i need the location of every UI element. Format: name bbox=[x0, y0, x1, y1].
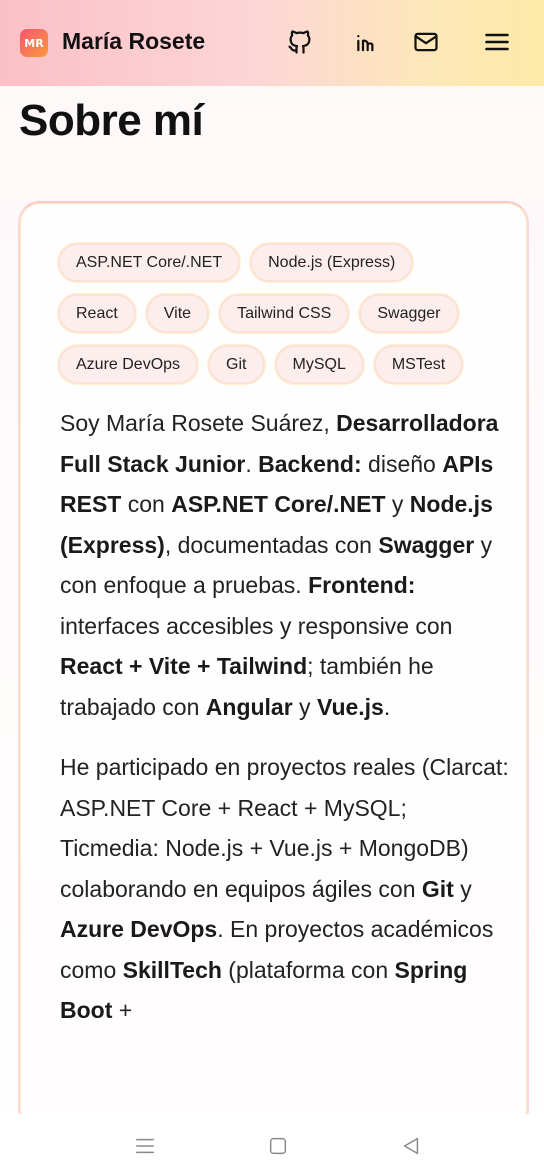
bio-segment: y bbox=[453, 875, 472, 902]
bio-segment: con bbox=[121, 491, 172, 517]
home-icon[interactable] bbox=[266, 1134, 290, 1158]
bio-highlight: ASP.NET Core/.NET bbox=[171, 491, 386, 517]
tech-chips: ASP.NET Core/.NET Node.js (Express) Reac… bbox=[58, 243, 498, 396]
chip-row: ASP.NET Core/.NET Node.js (Express) bbox=[58, 243, 498, 282]
tech-chip: MSTest bbox=[373, 345, 464, 384]
bio-segment: Soy María Rosete Suárez, bbox=[60, 410, 337, 436]
bio-highlight: Angular bbox=[205, 693, 293, 720]
bio-paragraph-2: He participado en proyectos reales (Clar… bbox=[60, 747, 510, 1031]
github-icon[interactable] bbox=[284, 26, 316, 58]
tech-chip: Git bbox=[208, 345, 265, 384]
linkedin-icon[interactable] bbox=[347, 26, 379, 58]
brand-name[interactable]: María Rosete bbox=[62, 28, 205, 55]
bio-highlight: Backend: bbox=[258, 450, 362, 477]
tech-chip: ASP.NET Core/.NET bbox=[58, 243, 241, 282]
bio-highlight: Vue.js bbox=[316, 693, 384, 720]
tech-chip: Swagger bbox=[359, 294, 459, 333]
bio-segment: . bbox=[383, 693, 391, 720]
bio-text: Soy María Rosete Suárez, Desarrolladora … bbox=[60, 403, 510, 1051]
tech-chip: React bbox=[58, 294, 136, 333]
tech-chip: Azure DevOps bbox=[58, 345, 199, 384]
bio-paragraph-1: Soy María Rosete Suárez, Desarrolladora … bbox=[60, 403, 510, 727]
tech-chip: Vite bbox=[145, 294, 210, 333]
tech-chip: Tailwind CSS bbox=[219, 294, 350, 333]
bio-segment: + bbox=[112, 997, 133, 1023]
menu-icon[interactable] bbox=[481, 26, 513, 58]
bio-segment: diseño bbox=[361, 450, 443, 477]
bio-highlight: Git bbox=[421, 875, 454, 902]
bio-segment: , documentadas con bbox=[164, 531, 379, 558]
chip-row: React Vite Tailwind CSS Swagger bbox=[58, 294, 498, 333]
bio-highlight: React + Vite + Tailwind bbox=[60, 653, 308, 679]
bio-segment: (plataforma con bbox=[221, 956, 395, 983]
tech-chip: Node.js (Express) bbox=[250, 243, 414, 282]
top-header: MR María Rosete bbox=[0, 0, 544, 86]
mail-icon[interactable] bbox=[410, 26, 442, 58]
recents-icon[interactable] bbox=[133, 1134, 157, 1158]
tech-chip: MySQL bbox=[274, 345, 364, 384]
bio-highlight: Swagger bbox=[378, 531, 475, 558]
bio-highlight: Frontend: bbox=[308, 572, 416, 598]
bio-highlight: SkillTech bbox=[122, 956, 222, 983]
bio-segment: y bbox=[385, 491, 410, 517]
page-title: Sobre mí bbox=[19, 96, 204, 145]
logo-badge[interactable]: MR bbox=[20, 29, 48, 57]
chip-row: Azure DevOps Git MySQL MSTest bbox=[58, 345, 498, 384]
about-card: ASP.NET Core/.NET Node.js (Express) Reac… bbox=[18, 201, 529, 1131]
bio-segment: y bbox=[292, 693, 317, 720]
bio-highlight: Azure DevOps bbox=[60, 916, 218, 942]
bio-segment: interfaces accesibles y responsive con bbox=[60, 612, 453, 639]
bio-segment: . bbox=[245, 450, 259, 477]
back-icon[interactable] bbox=[399, 1134, 423, 1158]
system-nav-bar bbox=[0, 1114, 544, 1175]
